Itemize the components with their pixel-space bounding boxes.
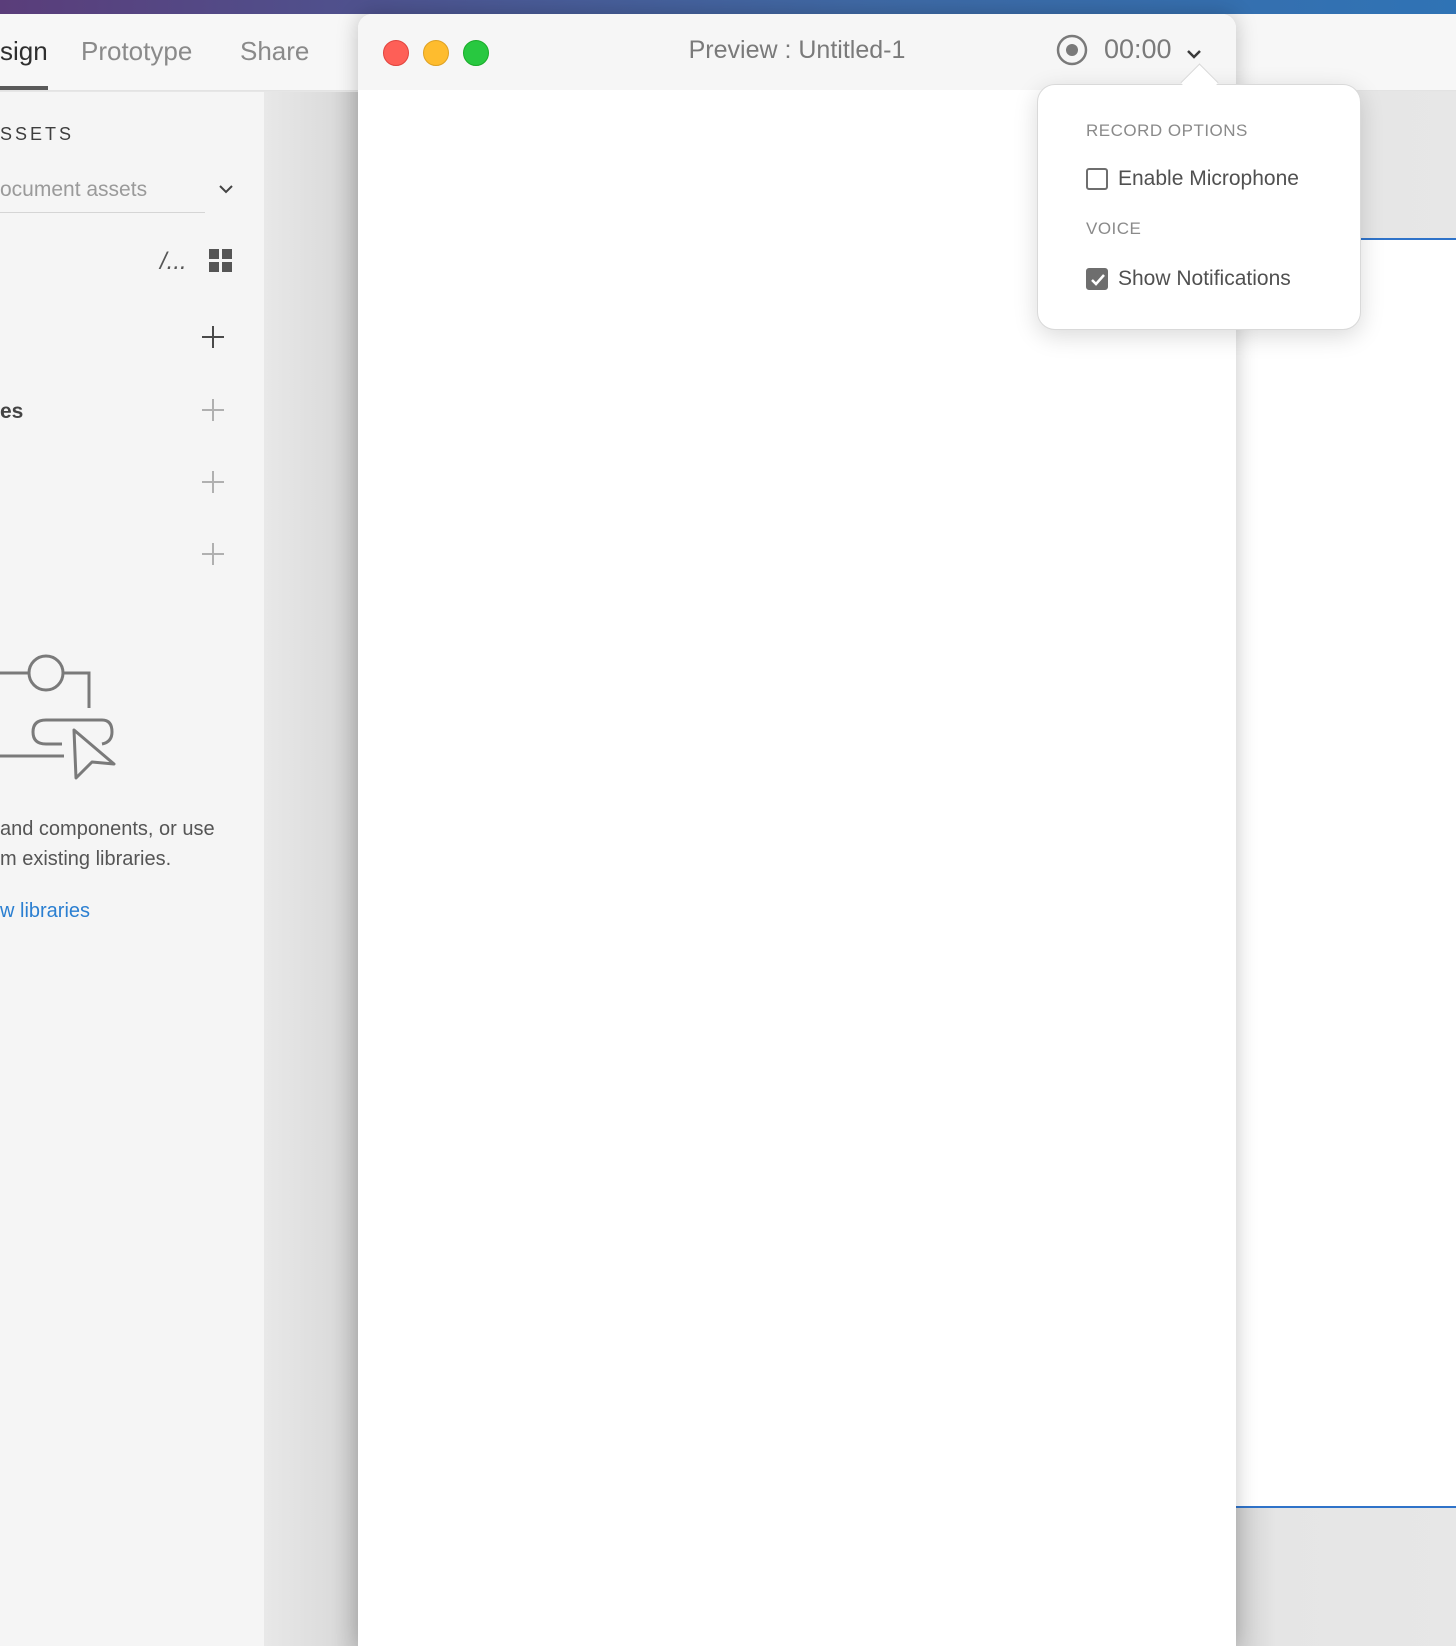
show-notifications-label[interactable]: Show Notifications — [1118, 267, 1291, 291]
add-components-plus-icon[interactable] — [200, 469, 226, 495]
tab-prototype[interactable]: Prototype — [81, 36, 192, 67]
record-options-chevron-icon[interactable] — [1186, 46, 1202, 62]
assets-source-dropdown[interactable]: ocument assets — [0, 174, 205, 213]
assets-source-value: ocument assets — [0, 178, 148, 201]
path-view-toggle[interactable]: /... — [160, 248, 187, 276]
assets-panel-title: SSETS — [0, 124, 75, 144]
empty-assets-line-2: m existing libraries. — [0, 848, 172, 870]
section-label: es — [0, 400, 24, 423]
tab-design[interactable]: sign — [0, 36, 48, 67]
enable-microphone-label[interactable]: Enable Microphone — [1118, 167, 1299, 191]
artboard[interactable] — [1236, 238, 1456, 1508]
add-libraries-plus-icon[interactable] — [200, 541, 226, 567]
active-tab-indicator — [0, 86, 48, 90]
empty-assets-description: and components, or use m existing librar… — [0, 814, 260, 874]
grid-view-icon[interactable] — [208, 248, 234, 274]
add-colors-plus-icon[interactable] — [200, 324, 226, 350]
recording-timer: 00:00 — [1104, 34, 1172, 64]
empty-assets-line-1: and components, or use — [0, 818, 215, 840]
view-libraries-link[interactable]: w libraries — [0, 900, 90, 923]
tab-share[interactable]: Share — [240, 36, 309, 67]
voice-heading: VOICE — [1086, 219, 1142, 238]
checkmark-icon — [1091, 274, 1105, 286]
add-character-styles-plus-icon[interactable] — [200, 397, 226, 423]
empty-assets-illustration-icon — [0, 654, 116, 780]
canvas-pasteboard-left — [264, 92, 358, 1646]
enable-microphone-checkbox[interactable] — [1086, 168, 1108, 190]
record-options-heading: RECORD OPTIONS — [1086, 121, 1248, 140]
desktop-menubar-strip — [0, 0, 1456, 14]
record-icon[interactable] — [1056, 34, 1088, 66]
show-notifications-checkbox[interactable] — [1086, 268, 1108, 290]
preview-titlebar: Preview : Untitled-1 00:00 — [358, 14, 1236, 90]
chevron-down-icon[interactable] — [219, 182, 233, 196]
record-options-popover: RECORD OPTIONS Enable Microphone VOICE S… — [1037, 84, 1361, 330]
